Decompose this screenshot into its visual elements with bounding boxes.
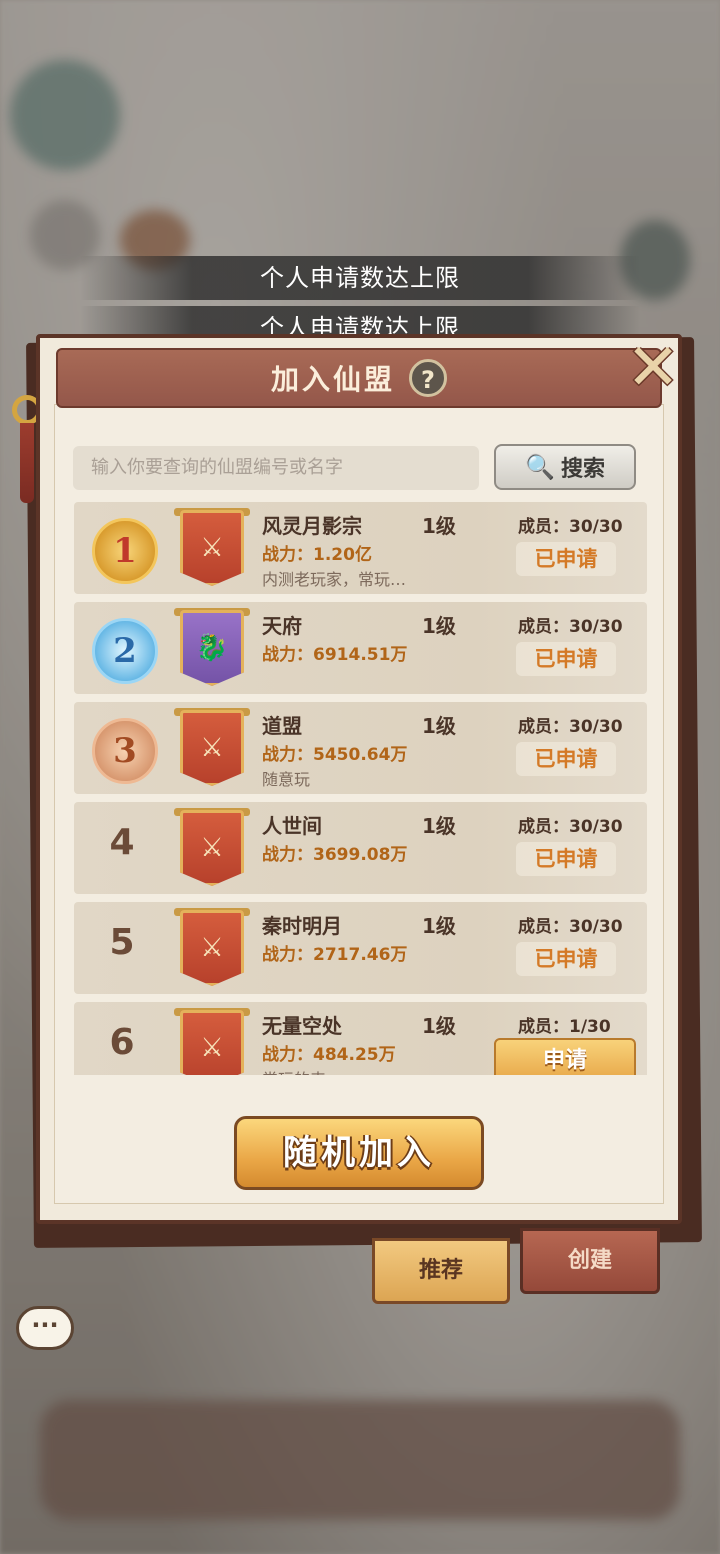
guild-members: 成员：1/30: [518, 1017, 611, 1037]
guild-members: 成员：30/30: [518, 617, 623, 637]
guild-row[interactable]: 1 ⚔ 风灵月影宗 1级 战力：1.20亿 内测老玩家，常玩… 成员：30/30…: [74, 502, 647, 594]
dialog-title: 加入仙盟: [270, 363, 395, 396]
guild-members: 成员：30/30: [518, 817, 623, 837]
guild-banner-icon: ⚔: [180, 1010, 244, 1075]
tab-create[interactable]: 创建: [520, 1228, 660, 1294]
guild-description: 常玩的来: [262, 1066, 326, 1075]
guild-banner-icon: ⚔: [180, 810, 244, 886]
tab-recommend[interactable]: 推荐: [372, 1238, 510, 1304]
guild-banner-icon: ⚔: [180, 710, 244, 786]
search-button[interactable]: 🔍 搜索: [494, 444, 636, 490]
applied-status: 已申请: [516, 842, 616, 876]
guild-power: 战力：1.20亿: [262, 545, 372, 565]
guild-name: 天府: [262, 614, 302, 638]
guild-level: 1级: [422, 1014, 456, 1038]
rank-3-medal-icon: 3: [92, 718, 158, 784]
guild-name: 无量空处: [262, 1014, 342, 1038]
guild-row[interactable]: 6 ⚔ 无量空处 1级 战力：484.25万 常玩的来 成员：1/30 申请: [74, 1002, 647, 1075]
rank-number: 4: [109, 822, 135, 863]
dialog-header: 加入仙盟 ?: [56, 348, 662, 408]
guild-name: 风灵月影宗: [262, 514, 362, 538]
rank-number: 5: [109, 922, 135, 963]
guild-row[interactable]: 2 🐉 天府 1级 战力：6914.51万 成员：30/30 已申请: [74, 602, 647, 694]
guild-list[interactable]: 1 ⚔ 风灵月影宗 1级 战力：1.20亿 内测老玩家，常玩… 成员：30/30…: [74, 500, 648, 1075]
guild-power: 战力：3699.08万: [262, 845, 408, 865]
random-join-button[interactable]: 随机加入: [234, 1116, 484, 1190]
guild-power: 战力：5450.64万: [262, 745, 408, 765]
rank-number: 6: [109, 1022, 135, 1063]
guild-power: 战力：2717.46万: [262, 945, 408, 965]
guild-name: 道盟: [262, 714, 302, 738]
guild-row[interactable]: 5 ⚔ 秦时明月 1级 战力：2717.46万 成员：30/30 已申请: [74, 902, 647, 994]
guild-level: 1级: [422, 814, 456, 838]
guild-banner-icon: 🐉: [180, 610, 244, 686]
toast-message: 个人申请数达上限: [80, 256, 640, 300]
guild-level: 1级: [422, 914, 456, 938]
search-input[interactable]: 输入你要查询的仙盟编号或名字: [73, 446, 479, 490]
guild-banner-icon: ⚔: [180, 910, 244, 986]
guild-level: 1级: [422, 614, 456, 638]
help-icon[interactable]: ?: [409, 359, 447, 397]
guild-row[interactable]: 4 ⚔ 人世间 1级 战力：3699.08万 成员：30/30 已申请: [74, 802, 647, 894]
guild-banner-icon: ⚔: [180, 510, 244, 586]
guild-level: 1级: [422, 714, 456, 738]
chat-bubble-icon[interactable]: ···: [16, 1306, 74, 1350]
guild-level: 1级: [422, 514, 456, 538]
guild-members: 成员：30/30: [518, 917, 623, 937]
guild-members: 成员：30/30: [518, 717, 623, 737]
guild-name: 人世间: [262, 814, 322, 838]
guild-description: 内测老玩家，常玩…: [262, 570, 407, 589]
applied-status: 已申请: [516, 542, 616, 576]
apply-button[interactable]: 申请: [494, 1038, 636, 1075]
guild-power: 战力：6914.51万: [262, 645, 408, 665]
rank-2-medal-icon: 2: [92, 618, 158, 684]
guild-name: 秦时明月: [262, 914, 342, 938]
guild-row[interactable]: 3 ⚔ 道盟 1级 战力：5450.64万 随意玩 成员：30/30 已申请: [74, 702, 647, 794]
guild-members: 成员：30/30: [518, 517, 623, 537]
guild-power: 战力：484.25万: [262, 1045, 396, 1065]
search-button-label: 搜索: [560, 457, 605, 482]
applied-status: 已申请: [516, 742, 616, 776]
applied-status: 已申请: [516, 642, 616, 676]
close-icon[interactable]: ✕: [620, 336, 686, 404]
rank-1-medal-icon: 1: [92, 518, 158, 584]
search-icon: 🔍: [525, 453, 555, 481]
applied-status: 已申请: [516, 942, 616, 976]
guild-description: 随意玩: [262, 770, 311, 789]
